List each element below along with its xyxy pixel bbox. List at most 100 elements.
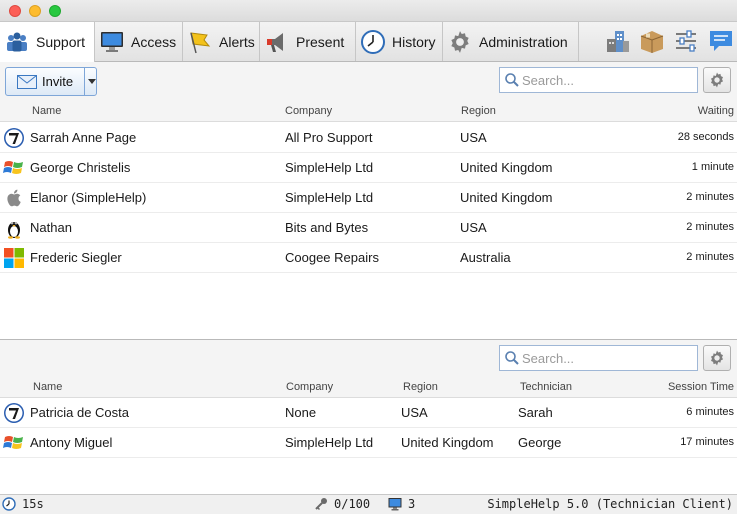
- cell-company: All Pro Support: [285, 130, 373, 145]
- column-header-name[interactable]: Name: [32, 105, 61, 117]
- app-version-label: SimpleHelp 5.0 (Technician Client): [487, 497, 733, 511]
- tab-alerts[interactable]: Alerts: [183, 22, 260, 61]
- tab-administration-label: Administration: [479, 33, 568, 50]
- status-keys-value: 0/100: [334, 497, 371, 511]
- tab-access[interactable]: Access: [95, 22, 183, 61]
- table-row[interactable]: Patricia de Costa None USA Sarah 6 minut…: [0, 398, 737, 428]
- windows7-icon: [3, 402, 25, 424]
- windows-xp-icon: [3, 157, 25, 179]
- column-header-company[interactable]: Company: [285, 105, 332, 117]
- cell-waiting: 28 seconds: [677, 131, 734, 143]
- column-header-waiting[interactable]: Waiting: [698, 105, 734, 117]
- cell-technician: Sarah: [518, 405, 553, 420]
- invite-button[interactable]: Invite: [5, 67, 97, 96]
- cell-waiting: 2 minutes: [686, 221, 734, 233]
- zoom-window-button[interactable]: [49, 5, 61, 17]
- cell-company: SimpleHelp Ltd: [285, 160, 374, 175]
- tab-administration[interactable]: Administration: [443, 22, 579, 61]
- table-row[interactable]: George Christelis SimpleHelp Ltd United …: [0, 153, 737, 183]
- table-row[interactable]: Elanor (SimpleHelp) SimpleHelp Ltd Unite…: [0, 183, 737, 213]
- tab-support-label: Support: [36, 34, 86, 50]
- cell-company: SimpleHelp Ltd: [285, 435, 374, 450]
- close-window-button[interactable]: [9, 5, 21, 17]
- main-tab-bar: Support Access Alerts Present History Ad…: [0, 22, 737, 62]
- cell-name: Nathan: [30, 220, 72, 235]
- linux-penguin-icon: [3, 217, 25, 239]
- table-row[interactable]: Antony Miguel SimpleHelp Ltd United King…: [0, 428, 737, 458]
- flag-icon: [190, 31, 211, 53]
- cell-session-time: 17 minutes: [680, 436, 734, 448]
- cell-name: Frederic Siegler: [30, 250, 122, 265]
- cell-region: United Kingdom: [401, 435, 494, 450]
- tab-history[interactable]: History: [356, 22, 443, 61]
- cell-name: Sarrah Anne Page: [30, 130, 137, 145]
- cell-waiting: 1 minute: [691, 161, 734, 173]
- minimize-window-button[interactable]: [29, 5, 41, 17]
- cell-region: USA: [460, 220, 487, 235]
- windows-xp-icon: [3, 432, 25, 454]
- column-header-region[interactable]: Region: [403, 381, 438, 393]
- sessions-search-box: [499, 345, 698, 371]
- waiting-search-input[interactable]: [522, 72, 692, 88]
- key-icon: [315, 498, 327, 511]
- table-row[interactable]: Nathan Bits and Bytes USA 2 minutes: [0, 213, 737, 243]
- sessions-settings-button[interactable]: [703, 345, 731, 371]
- tab-support[interactable]: Support: [0, 22, 95, 62]
- cell-technician: George: [518, 435, 562, 450]
- tab-access-label: Access: [131, 33, 177, 50]
- sliders-icon[interactable]: [672, 27, 700, 55]
- tab-present[interactable]: Present: [260, 22, 356, 61]
- package-icon[interactable]: [638, 27, 666, 55]
- invite-button-label: Invite: [42, 74, 74, 89]
- waiting-search-box: [499, 67, 698, 93]
- clock-icon: [361, 29, 385, 54]
- support-people-icon: [7, 32, 27, 52]
- buildings-icon[interactable]: [603, 27, 631, 55]
- cell-waiting: 2 minutes: [686, 251, 734, 263]
- chevron-down-icon[interactable]: [88, 79, 96, 84]
- tab-present-label: Present: [296, 33, 345, 50]
- cell-company: Bits and Bytes: [285, 220, 369, 235]
- windows7-icon: [3, 127, 25, 149]
- status-keys: 0/100: [314, 497, 370, 511]
- cell-name: Antony Miguel: [30, 435, 113, 450]
- megaphone-icon: [267, 32, 283, 52]
- status-monitors: 3: [388, 497, 415, 511]
- cell-region: USA: [460, 130, 487, 145]
- cell-name: Elanor (SimpleHelp): [30, 190, 147, 205]
- window-titlebar: [0, 0, 737, 22]
- windows8-icon: [3, 247, 25, 269]
- status-app-title: SimpleHelp 5.0 (Technician Client): [487, 497, 733, 511]
- sessions-toolbar: [0, 340, 737, 376]
- table-row[interactable]: Frederic Siegler Coogee Repairs Australi…: [0, 243, 737, 273]
- monitor-icon: [388, 498, 402, 511]
- invite-split-divider: [84, 68, 85, 95]
- cell-company: None: [285, 405, 317, 420]
- waiting-toolbar: Invite: [0, 62, 737, 100]
- sessions-search-input[interactable]: [522, 350, 692, 366]
- column-header-company[interactable]: Company: [286, 381, 333, 393]
- cell-company: SimpleHelp Ltd: [285, 190, 374, 205]
- gear-icon: [708, 349, 726, 367]
- gear-icon: [708, 71, 726, 89]
- cell-name: George Christelis: [30, 160, 131, 175]
- search-icon: [504, 350, 520, 366]
- column-header-name[interactable]: Name: [33, 381, 62, 393]
- apple-icon: [3, 187, 25, 209]
- waiting-settings-button[interactable]: [703, 67, 731, 93]
- cell-region: United Kingdom: [460, 160, 553, 175]
- table-row[interactable]: Sarrah Anne Page All Pro Support USA 28 …: [0, 123, 737, 153]
- cell-region: USA: [401, 405, 428, 420]
- monitor-icon: [101, 31, 123, 52]
- sessions-column-headers: Name Company Region Technician Session T…: [0, 376, 737, 398]
- cell-region: Australia: [460, 250, 511, 265]
- cell-region: United Kingdom: [460, 190, 553, 205]
- status-bar: 15s 0/100 3 SimpleHelp 5.0 (Technician C…: [0, 494, 737, 514]
- column-header-region[interactable]: Region: [461, 105, 496, 117]
- clock-icon: [2, 497, 16, 511]
- chat-icon[interactable]: [707, 27, 735, 55]
- cell-waiting: 2 minutes: [686, 191, 734, 203]
- column-header-technician[interactable]: Technician: [520, 381, 572, 393]
- column-header-session-time[interactable]: Session Time: [668, 381, 734, 393]
- waiting-column-headers: Name Company Region Waiting: [0, 100, 737, 122]
